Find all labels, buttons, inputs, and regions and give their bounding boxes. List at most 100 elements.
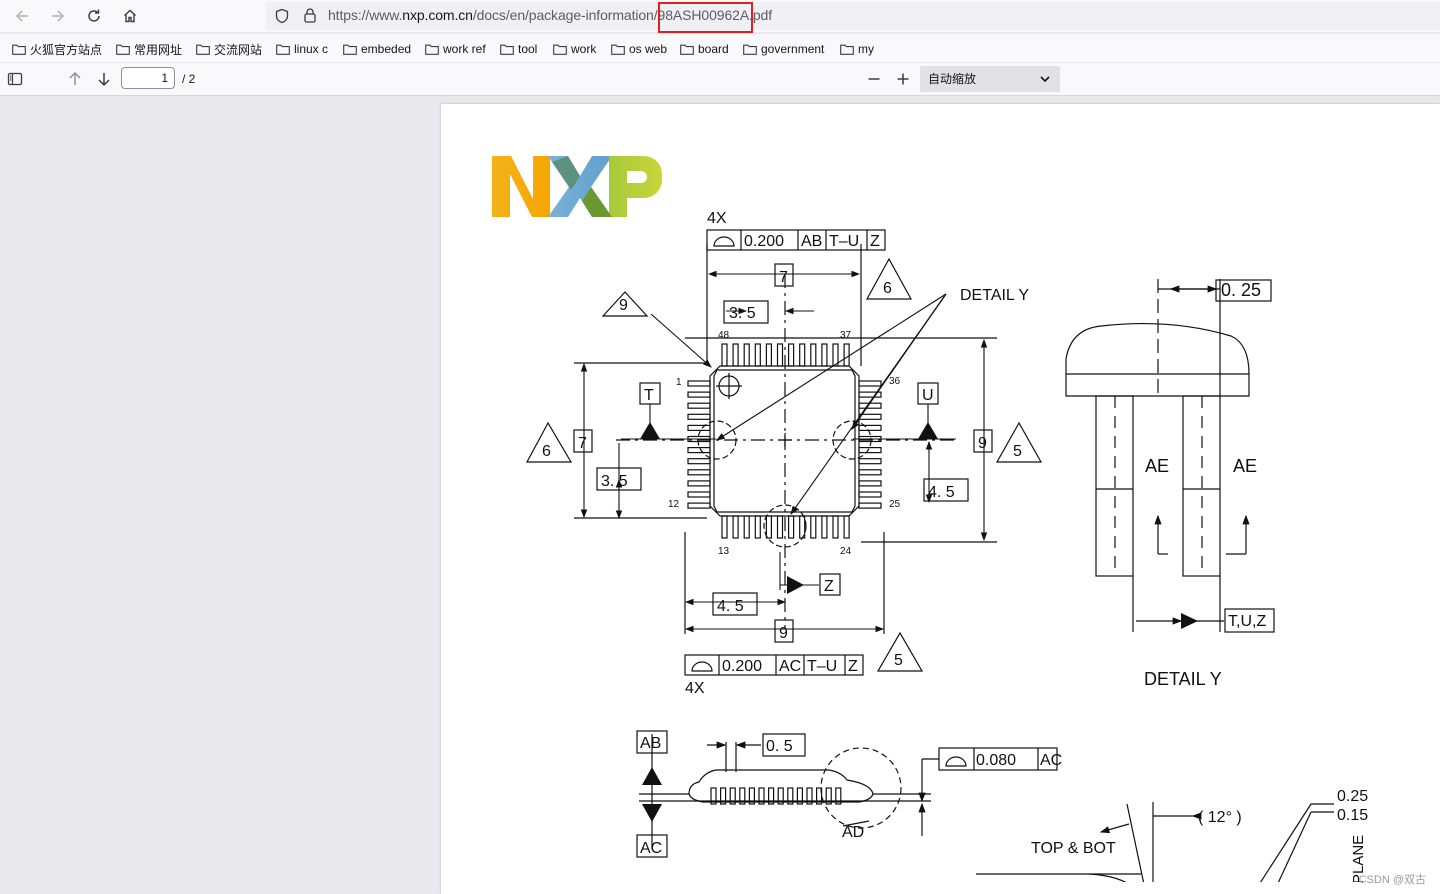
package-lead bbox=[687, 391, 711, 398]
back-button[interactable] bbox=[9, 3, 35, 29]
navigation-bar: https://www.nxp.com.cn/docs/en/package-i… bbox=[0, 0, 1440, 33]
datum-z: Z bbox=[824, 578, 834, 595]
zoom-value: 自动缩放 bbox=[928, 72, 977, 86]
folder-icon bbox=[553, 44, 567, 55]
page-number-input[interactable]: 1 bbox=[121, 67, 175, 89]
label-ae-right: AE bbox=[1233, 456, 1257, 476]
datum-ab: AB bbox=[640, 735, 661, 752]
bookmark-label: linux c bbox=[294, 42, 329, 56]
datum-t: T bbox=[644, 387, 654, 404]
pdf-viewer[interactable]: 4X 0.200 AB T–U Z 7 3. 5 7 3. 5 9 4. 5 4… bbox=[0, 96, 1440, 894]
bookmark-item[interactable]: government bbox=[743, 40, 824, 58]
previous-page-button[interactable] bbox=[62, 66, 88, 92]
pin-24: 24 bbox=[840, 546, 852, 557]
gauge-view bbox=[976, 802, 1334, 882]
detail-y-callout: DETAIL Y bbox=[960, 287, 1029, 304]
pin-25: 25 bbox=[889, 499, 901, 510]
bookmark-label: work bbox=[571, 42, 597, 56]
bookmark-item[interactable]: tool bbox=[500, 40, 537, 58]
package-lead bbox=[799, 343, 806, 367]
folder-icon bbox=[116, 44, 130, 55]
folder-icon bbox=[680, 44, 694, 55]
bookmark-item[interactable]: embeded bbox=[343, 40, 411, 58]
bookmark-item[interactable]: 常用网址 bbox=[116, 40, 182, 58]
bookmark-item[interactable]: 火狐官方站点 bbox=[12, 40, 102, 58]
label-4x-bottom: 4X bbox=[685, 680, 705, 697]
bookmark-label: 火狐官方站点 bbox=[30, 42, 103, 57]
package-lead bbox=[858, 424, 882, 431]
package-lead bbox=[776, 515, 784, 539]
fcf-bottom-datum2: T–U bbox=[807, 658, 837, 675]
bookmark-item[interactable]: linux c bbox=[276, 40, 328, 58]
bookmark-item[interactable]: 交流网站 bbox=[196, 40, 262, 58]
previous-page-icon bbox=[69, 71, 81, 85]
url-host: nxp.com.cn bbox=[402, 7, 473, 23]
bookmark-item[interactable]: board bbox=[680, 40, 729, 58]
bookmark-label: my bbox=[858, 42, 874, 56]
zoom-out-button[interactable] bbox=[861, 66, 887, 92]
zoom-in-icon bbox=[897, 73, 909, 85]
package-lead bbox=[721, 343, 728, 367]
zoom-in-button[interactable] bbox=[890, 66, 916, 92]
sidebar-toggle-button[interactable] bbox=[2, 66, 28, 92]
note-5-bottom: 5 bbox=[894, 652, 903, 669]
bookmark-item[interactable]: work bbox=[553, 40, 596, 58]
fcf-top-tolerance: 0.200 bbox=[744, 233, 784, 250]
package-lead bbox=[776, 343, 784, 367]
reload-button[interactable] bbox=[81, 3, 107, 29]
fcf-bottom-datum1: AC bbox=[779, 658, 801, 675]
dim-7-left: 7 bbox=[578, 435, 587, 452]
note-6-top: 6 bbox=[883, 280, 892, 297]
package-lead bbox=[788, 343, 795, 367]
pin-36: 36 bbox=[889, 376, 901, 387]
package-lead bbox=[858, 458, 882, 465]
package-lead bbox=[721, 515, 728, 539]
next-page-icon bbox=[98, 73, 110, 87]
package-lead bbox=[687, 469, 711, 476]
package-drawing: 4X 0.200 AB T–U Z 7 3. 5 7 3. 5 9 4. 5 4… bbox=[492, 156, 1368, 882]
label-4x-top: 4X bbox=[707, 210, 727, 227]
reload-icon bbox=[88, 9, 100, 22]
dim-0-5: 0. 5 bbox=[766, 738, 793, 755]
dim-3-5-top: 3. 5 bbox=[729, 305, 756, 322]
pin-37: 37 bbox=[840, 330, 852, 341]
pin-13: 13 bbox=[718, 546, 730, 557]
sidebar-toggle-icon bbox=[7, 72, 23, 86]
top-bot-label: TOP & BOT bbox=[1031, 840, 1116, 857]
shield-icon bbox=[275, 8, 289, 24]
zoom-select[interactable]: 自动缩放 bbox=[920, 66, 1060, 92]
bookmark-label: work ref bbox=[443, 42, 486, 56]
val-0-15: 0.15 bbox=[1337, 807, 1368, 824]
package-lead bbox=[743, 343, 750, 367]
pin-1: 1 bbox=[676, 377, 682, 388]
package-lead bbox=[858, 480, 882, 487]
label-ae-left: AE bbox=[1145, 456, 1169, 476]
home-button[interactable] bbox=[117, 3, 143, 29]
dim-4-5-right: 4. 5 bbox=[928, 484, 955, 501]
forward-icon bbox=[52, 10, 65, 22]
fcf-top-datum2: T–U bbox=[829, 233, 859, 250]
bookmark-item[interactable]: work ref bbox=[425, 40, 486, 58]
package-lead bbox=[732, 515, 739, 539]
package-lead bbox=[858, 380, 882, 387]
fcf-top-datum1: AB bbox=[801, 233, 822, 250]
package-lead bbox=[821, 515, 828, 539]
bookmark-label: board bbox=[698, 42, 729, 56]
package-lead bbox=[810, 515, 817, 539]
fcf-side-tolerance: 0.080 bbox=[976, 752, 1016, 769]
chevron-down-icon bbox=[1040, 76, 1050, 83]
watermark: CSDN @双古 bbox=[1358, 874, 1426, 886]
next-page-button[interactable] bbox=[91, 66, 117, 92]
bookmark-item[interactable]: my bbox=[840, 40, 874, 58]
fcf-bottom-datum3: Z bbox=[848, 658, 858, 675]
bookmark-item[interactable]: os web bbox=[611, 40, 667, 58]
datum-tuz: T,U,Z bbox=[1228, 613, 1266, 630]
url-bar[interactable]: https://www.nxp.com.cn/docs/en/package-i… bbox=[266, 2, 1440, 30]
package-lead bbox=[858, 447, 882, 454]
lock-icon bbox=[304, 8, 316, 23]
forward-button[interactable] bbox=[45, 3, 71, 29]
bookmarks-toolbar: 火狐官方站点 常用网址 交流网站 linux c embeded work re… bbox=[0, 34, 1440, 62]
folder-icon bbox=[840, 44, 854, 55]
folder-icon bbox=[276, 44, 290, 55]
folder-icon bbox=[425, 44, 439, 55]
